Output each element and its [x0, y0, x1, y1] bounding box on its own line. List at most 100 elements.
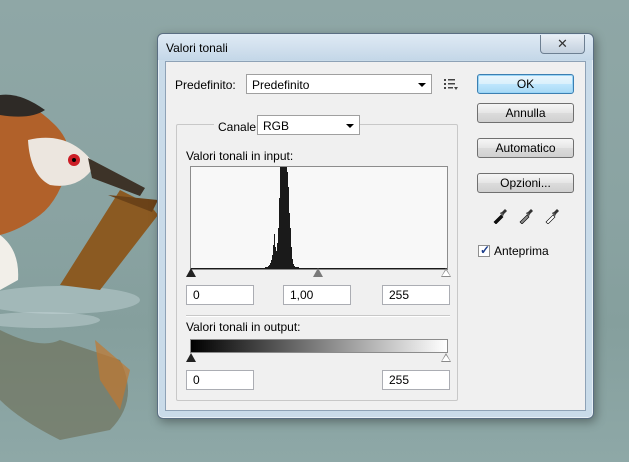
- histogram-bin: [405, 268, 406, 269]
- histogram-bin: [409, 268, 410, 269]
- histogram-bin: [383, 268, 384, 269]
- output-white-slider[interactable]: [441, 353, 451, 362]
- histogram-chart: [191, 167, 460, 269]
- histogram-bin: [406, 268, 407, 269]
- histogram-bin: [399, 268, 400, 269]
- histogram-bin: [368, 268, 369, 269]
- input-black-field[interactable]: [186, 285, 254, 305]
- histogram-bin: [212, 268, 213, 269]
- histogram-bin: [371, 268, 372, 269]
- output-black-slider[interactable]: [186, 353, 196, 362]
- histogram-bin: [363, 268, 364, 269]
- histogram-bin: [275, 247, 276, 269]
- preset-options-icon[interactable]: [443, 76, 459, 92]
- histogram-bin: [264, 268, 265, 269]
- histogram-bin: [283, 167, 284, 269]
- histogram-bin: [241, 268, 242, 269]
- input-gamma-field[interactable]: [283, 285, 351, 305]
- output-white-field[interactable]: [382, 370, 450, 390]
- histogram-bin: [211, 268, 212, 269]
- histogram-bin: [268, 266, 269, 269]
- histogram-bin: [303, 268, 304, 269]
- histogram-bin: [307, 268, 308, 269]
- histogram-bin: [330, 268, 331, 269]
- histogram-bin: [352, 268, 353, 269]
- gray-point-eyedropper-icon[interactable]: [518, 208, 534, 224]
- histogram-bin: [326, 268, 327, 269]
- preset-value: Predefinito: [252, 78, 310, 92]
- histogram-bin: [305, 268, 306, 269]
- histogram-bin: [378, 268, 379, 269]
- histogram-bin: [215, 268, 216, 269]
- histogram-bin: [309, 268, 310, 269]
- preview-checkbox[interactable]: ✓: [478, 243, 490, 257]
- histogram-bin: [277, 243, 278, 269]
- histogram-bin: [382, 268, 383, 269]
- histogram-bin: [262, 268, 263, 269]
- histogram-bin: [253, 268, 254, 269]
- histogram-bin: [340, 268, 341, 269]
- histogram-bin: [361, 268, 362, 269]
- histogram-bin: [300, 268, 301, 269]
- output-gradient: [190, 339, 448, 353]
- preset-select[interactable]: Predefinito: [246, 74, 432, 94]
- output-black-field[interactable]: [186, 370, 254, 390]
- histogram-bin: [204, 268, 205, 269]
- histogram-bin: [433, 268, 434, 269]
- histogram-bin: [222, 268, 223, 269]
- close-button[interactable]: ✕: [540, 35, 585, 54]
- histogram-bin: [292, 259, 293, 269]
- cancel-button[interactable]: Annulla: [477, 103, 574, 123]
- channel-select[interactable]: RGB: [257, 115, 360, 135]
- histogram-bin: [233, 268, 234, 269]
- histogram-bin: [294, 266, 295, 269]
- histogram-bin: [261, 268, 262, 269]
- histogram-bin: [221, 268, 222, 269]
- histogram-bin: [416, 268, 417, 269]
- ok-button[interactable]: OK: [477, 74, 574, 94]
- histogram-bin: [355, 268, 356, 269]
- options-button[interactable]: Opzioni...: [477, 173, 574, 193]
- histogram-bin: [339, 268, 340, 269]
- histogram-bin: [235, 268, 236, 269]
- input-levels-label: Valori tonali in input:: [186, 149, 294, 163]
- histogram-bin: [385, 268, 386, 269]
- histogram-bin: [302, 268, 303, 269]
- histogram-bin: [223, 268, 224, 269]
- histogram-bin: [200, 268, 201, 269]
- histogram-bin: [256, 268, 257, 269]
- histogram-bin: [265, 267, 266, 269]
- histogram-bin: [367, 268, 368, 269]
- histogram-bin: [390, 268, 391, 269]
- histogram-bin: [247, 268, 248, 269]
- black-point-eyedropper-icon[interactable]: [492, 208, 508, 224]
- histogram-bin: [202, 268, 203, 269]
- histogram-bin: [291, 247, 292, 269]
- histogram-bin: [413, 268, 414, 269]
- preview-label[interactable]: Anteprima: [494, 244, 549, 258]
- histogram-bin: [246, 268, 247, 269]
- histogram-bin: [245, 268, 246, 269]
- histogram-bin: [354, 268, 355, 269]
- histogram-bin: [335, 268, 336, 269]
- histogram-bin: [392, 268, 393, 269]
- histogram-bin: [258, 268, 259, 269]
- histogram-bin: [240, 268, 241, 269]
- histogram-bin: [255, 268, 256, 269]
- histogram-bin: [403, 268, 404, 269]
- histogram-bin: [334, 268, 335, 269]
- histogram-bin: [304, 268, 305, 269]
- histogram-bin: [429, 268, 430, 269]
- histogram-bin: [306, 268, 307, 269]
- auto-button[interactable]: Automatico: [477, 138, 574, 158]
- histogram-bin: [284, 167, 285, 269]
- input-white-slider[interactable]: [441, 268, 451, 277]
- title-bar[interactable]: Valori tonali ✕: [158, 34, 593, 60]
- white-point-eyedropper-icon[interactable]: [544, 208, 560, 224]
- input-black-slider[interactable]: [186, 268, 196, 277]
- histogram-bin: [252, 268, 253, 269]
- histogram-bin: [415, 268, 416, 269]
- input-white-field[interactable]: [382, 285, 450, 305]
- histogram-bin: [214, 268, 215, 269]
- input-gamma-slider[interactable]: [313, 268, 323, 277]
